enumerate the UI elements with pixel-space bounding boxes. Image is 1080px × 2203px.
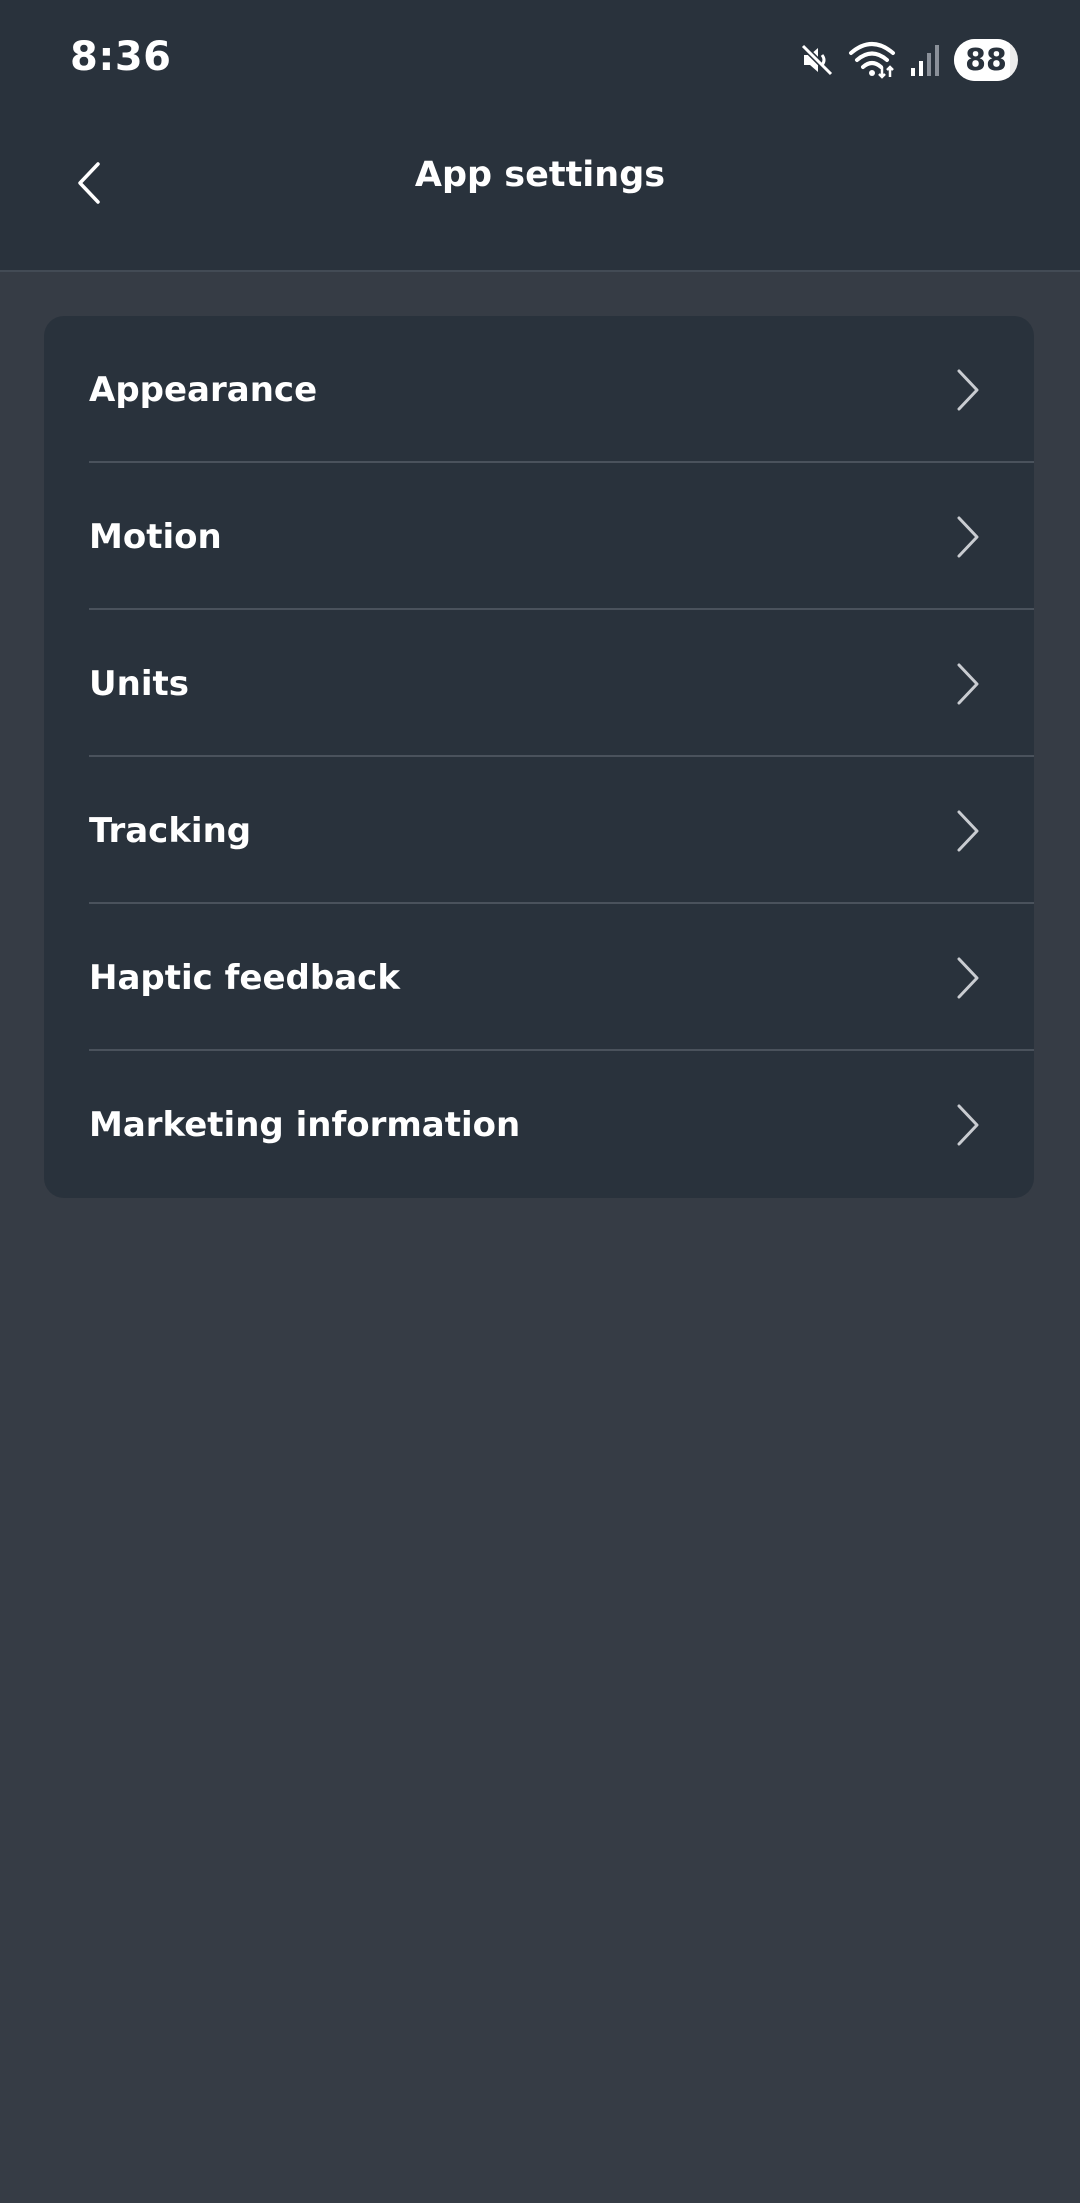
settings-item-units[interactable]: Units xyxy=(44,610,1034,757)
settings-item-label: Haptic feedback xyxy=(89,957,400,998)
settings-item-appearance[interactable]: Appearance xyxy=(44,316,1034,463)
page-title: App settings xyxy=(414,155,666,195)
battery-level: 88 xyxy=(965,42,1007,78)
settings-item-label: Motion xyxy=(89,516,222,557)
settings-item-haptic-feedback[interactable]: Haptic feedback xyxy=(44,904,1034,1051)
settings-item-label: Tracking xyxy=(89,810,252,851)
wifi-icon xyxy=(848,41,896,79)
mute-icon xyxy=(800,43,834,77)
settings-list: Appearance Motion Units Tracking Haptic … xyxy=(44,316,1034,1198)
status-icons: 88 xyxy=(800,36,1018,84)
chevron-right-icon xyxy=(957,663,979,704)
chevron-right-icon xyxy=(957,516,979,557)
chevron-right-icon xyxy=(957,957,979,998)
settings-item-label: Marketing information xyxy=(89,1104,521,1145)
top-bar: 8:36 88 App settings xyxy=(0,0,1080,272)
chevron-right-icon xyxy=(957,1104,979,1145)
settings-item-marketing-information[interactable]: Marketing information xyxy=(44,1051,1034,1198)
battery-icon: 88 xyxy=(954,39,1018,81)
settings-item-motion[interactable]: Motion xyxy=(44,463,1034,610)
settings-item-label: Units xyxy=(89,663,189,704)
settings-item-tracking[interactable]: Tracking xyxy=(44,757,1034,904)
signal-icon xyxy=(910,43,940,77)
status-time: 8:36 xyxy=(70,34,172,80)
chevron-right-icon xyxy=(957,810,979,851)
settings-item-label: Appearance xyxy=(89,369,318,410)
chevron-right-icon xyxy=(957,369,979,410)
